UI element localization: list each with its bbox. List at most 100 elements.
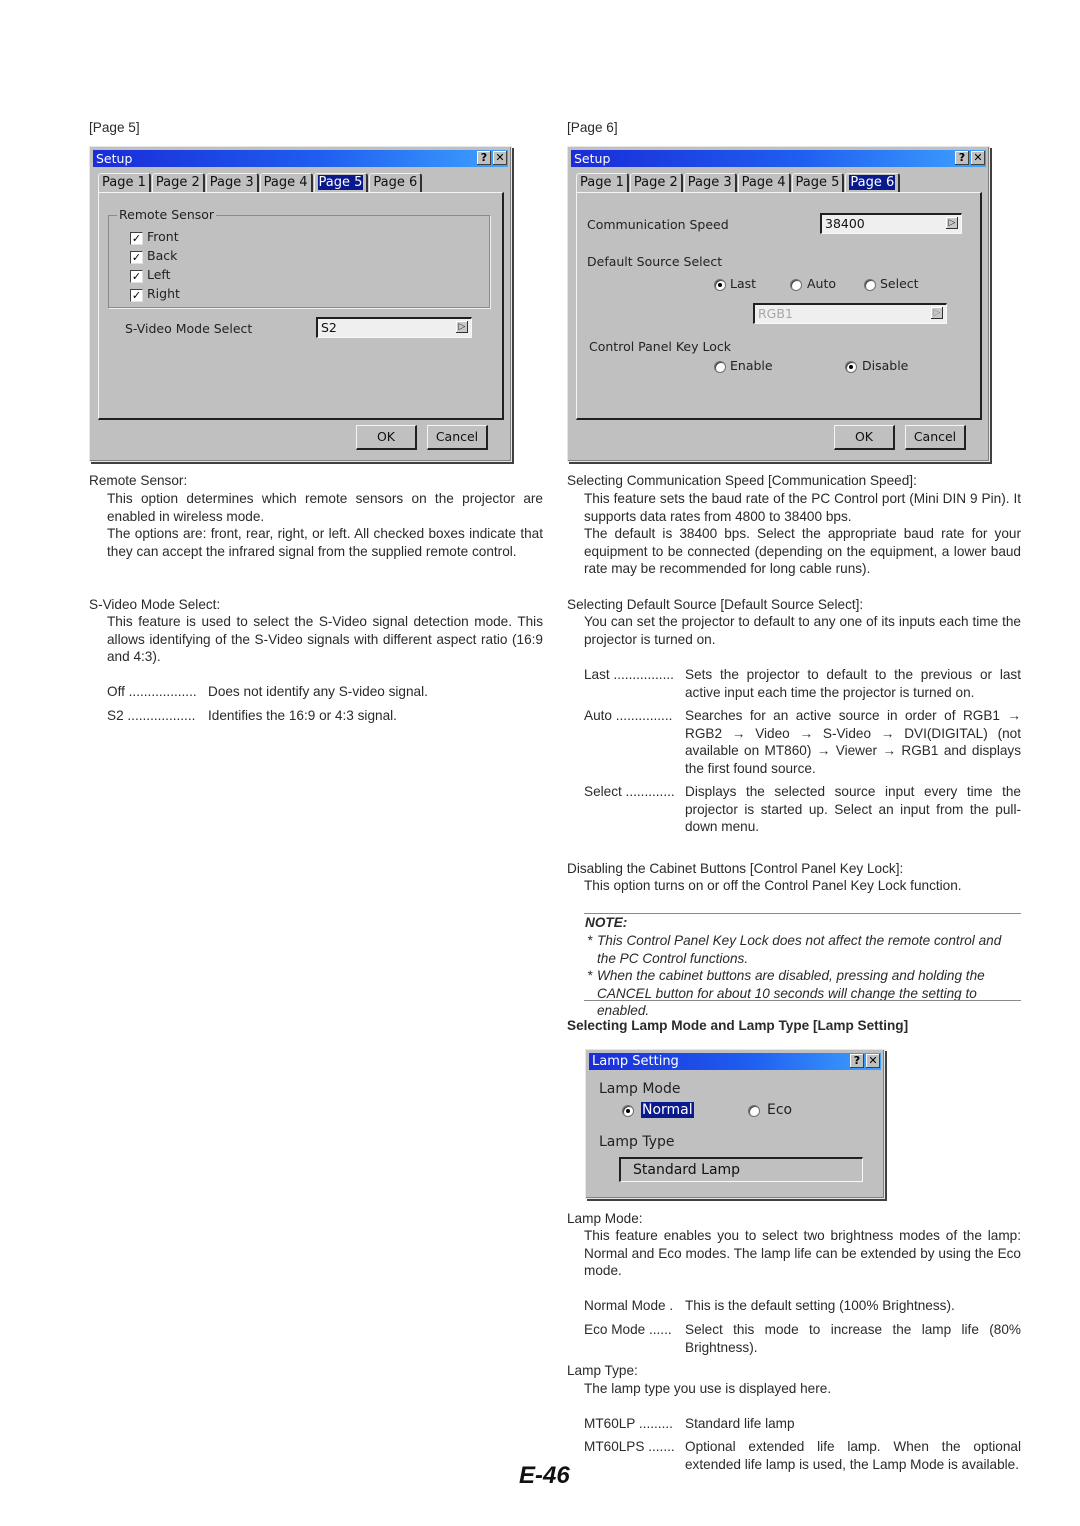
note-bottom-rule — [584, 1000, 1021, 1001]
tab-page1[interactable]: Page 1 — [576, 173, 629, 192]
def-desc: Searches for an active source in order o… — [685, 708, 1021, 776]
source-input-select[interactable]: RGB1 ▷ — [753, 303, 947, 324]
comm-heading: Selecting Communication Speed [Communica… — [567, 473, 917, 488]
remote-sensor-p2: The options are: front, rear, right, or … — [107, 526, 543, 559]
tab-panel: Communication Speed 38400 ▷ Default Sour… — [576, 192, 982, 420]
svideo-def-off: Off .................. Does not identify… — [107, 683, 543, 701]
cancel-button[interactable]: Cancel — [427, 425, 488, 450]
ok-button[interactable]: OK — [834, 425, 895, 450]
def-desc: Standard life lamp — [685, 1416, 795, 1431]
tab-page1[interactable]: Page 1 — [98, 173, 151, 192]
def-term: Auto ............... — [584, 708, 673, 723]
dialog-title: Setup — [96, 151, 133, 166]
tab-page6[interactable]: Page 6 — [369, 173, 423, 192]
front-checkbox[interactable]: ✓ — [130, 232, 143, 245]
ok-button[interactable]: OK — [356, 425, 417, 450]
comm-p2: The default is 38400 bps. Select the app… — [584, 526, 1021, 577]
lamptype-def-mt60lps: MT60LPS ....... Optional extended life l… — [584, 1438, 1021, 1474]
source-last-label: Last — [730, 276, 757, 291]
cancel-button[interactable]: Cancel — [905, 425, 966, 450]
title-bar: Setup ? ✕ — [93, 150, 508, 167]
remote-sensor-group: Remote Sensor ✓ Front ✓ Back ✓ Left ✓ Ri… — [108, 207, 490, 308]
eco-mode-label: Eco — [767, 1102, 793, 1118]
back-label: Back — [147, 248, 178, 263]
source-last-radio[interactable] — [714, 279, 726, 291]
def-term: MT60LPS ....... — [584, 1439, 675, 1454]
note-top-rule — [584, 913, 1021, 914]
back-checkbox[interactable]: ✓ — [130, 251, 143, 264]
help-icon[interactable]: ? — [955, 151, 969, 165]
svideo-p1: This feature is used to select the S-Vid… — [107, 614, 543, 665]
dropdown-arrow-icon[interactable]: ▷ — [946, 217, 958, 229]
page-number: E-46 — [519, 1462, 570, 1489]
title-bar: Setup ? ✕ — [571, 150, 986, 167]
remote-sensor-p1: This option determines which remote sens… — [107, 491, 543, 524]
right-checkbox[interactable]: ✓ — [130, 289, 143, 302]
def-term: Off .................. — [107, 684, 197, 699]
def-desc: Select this mode to increase the lamp li… — [685, 1322, 1021, 1355]
lamp-mode-label: Lamp Mode — [599, 1081, 681, 1097]
source-input-value: RGB1 — [758, 306, 793, 321]
help-icon[interactable]: ? — [850, 1054, 864, 1068]
close-icon[interactable]: ✕ — [866, 1054, 880, 1068]
tab-page4[interactable]: Page 4 — [737, 173, 791, 192]
keylock-enable-label: Enable — [730, 358, 773, 373]
keylock-disable-label: Disable — [862, 358, 909, 373]
def-term: MT60LP ......... — [584, 1416, 673, 1431]
source-auto-radio[interactable] — [790, 279, 802, 291]
tab-page2[interactable]: Page 2 — [629, 173, 683, 192]
source-select-label: Select — [880, 276, 919, 291]
left-label: Left — [147, 267, 171, 282]
svideo-mode-label: S-Video Mode Select — [125, 321, 253, 336]
keylock-enable-radio[interactable] — [714, 361, 726, 373]
tab-page4[interactable]: Page 4 — [259, 173, 313, 192]
dropdown-arrow-icon[interactable]: ▷ — [931, 307, 943, 319]
right-label: Right — [147, 286, 180, 301]
svideo-heading: S-Video Mode Select: — [89, 597, 221, 612]
tab-page5[interactable]: Page 5 — [313, 173, 369, 192]
keylock-label: Control Panel Key Lock — [589, 339, 731, 354]
default-source-label: Default Source Select — [587, 254, 723, 269]
tab-page3[interactable]: Page 3 — [683, 173, 737, 192]
svideo-mode-select[interactable]: S2 ▷ — [316, 317, 472, 338]
tab-page3[interactable]: Page 3 — [205, 173, 259, 192]
tab-page5[interactable]: Page 5 — [791, 173, 845, 192]
def-term: Normal Mode . — [584, 1298, 674, 1313]
lamp-type-label: Lamp Type — [599, 1134, 675, 1150]
caption-page6: [Page 6] — [567, 120, 618, 135]
help-icon[interactable]: ? — [477, 151, 491, 165]
def-desc: Sets the projector to default to the pre… — [685, 667, 1021, 700]
source-heading: Selecting Default Source [Default Source… — [567, 597, 864, 612]
eco-mode-radio[interactable] — [748, 1105, 760, 1117]
source-select-radio[interactable] — [864, 279, 876, 291]
lampmode-def-eco: Eco Mode ...... Select this mode to incr… — [584, 1321, 1021, 1357]
comm-speed-value: 38400 — [825, 216, 865, 231]
def-term: S2 .................. — [107, 708, 196, 723]
source-def-auto: Auto ............... Searches for an act… — [584, 707, 1021, 779]
tab-page2[interactable]: Page 2 — [151, 173, 205, 192]
normal-mode-radio[interactable] — [622, 1105, 634, 1117]
dropdown-arrow-icon[interactable]: ▷ — [456, 321, 468, 333]
keylock-heading: Disabling the Cabinet Buttons [Control P… — [567, 861, 904, 876]
def-desc: Displays the selected source input every… — [685, 784, 1021, 835]
close-icon[interactable]: ✕ — [493, 151, 507, 165]
keylock-disable-radio[interactable] — [845, 361, 857, 373]
tab-panel: Remote Sensor ✓ Front ✓ Back ✓ Left ✓ Ri… — [98, 192, 504, 420]
def-desc: Identifies the 16:9 or 4:3 signal. — [208, 708, 397, 723]
comm-speed-select[interactable]: 38400 ▷ — [820, 213, 962, 234]
def-desc: Optional extended life lamp. When the op… — [685, 1439, 1021, 1472]
svideo-def-s2: S2 .................. Identifies the 16:… — [107, 707, 543, 725]
tab-page6[interactable]: Page 6 — [845, 173, 901, 192]
left-checkbox[interactable]: ✓ — [130, 270, 143, 283]
asterisk: * — [587, 933, 593, 948]
def-term: Eco Mode ...... — [584, 1322, 672, 1337]
dialog-title: Setup — [574, 151, 611, 166]
source-def-select: Select ............. Displays the select… — [584, 783, 1021, 837]
remote-sensor-heading: Remote Sensor: — [89, 473, 188, 488]
note-item: * This Control Panel Key Lock does not a… — [587, 932, 1023, 967]
setup-dialog-page5: Setup ? ✕ Page 1 Page 2 Page 3 Page 4 Pa… — [89, 146, 512, 462]
close-icon[interactable]: ✕ — [971, 151, 985, 165]
lamp-type-value: Standard Lamp — [633, 1162, 741, 1178]
front-label: Front — [147, 229, 179, 244]
comm-speed-label: Communication Speed — [587, 217, 729, 232]
